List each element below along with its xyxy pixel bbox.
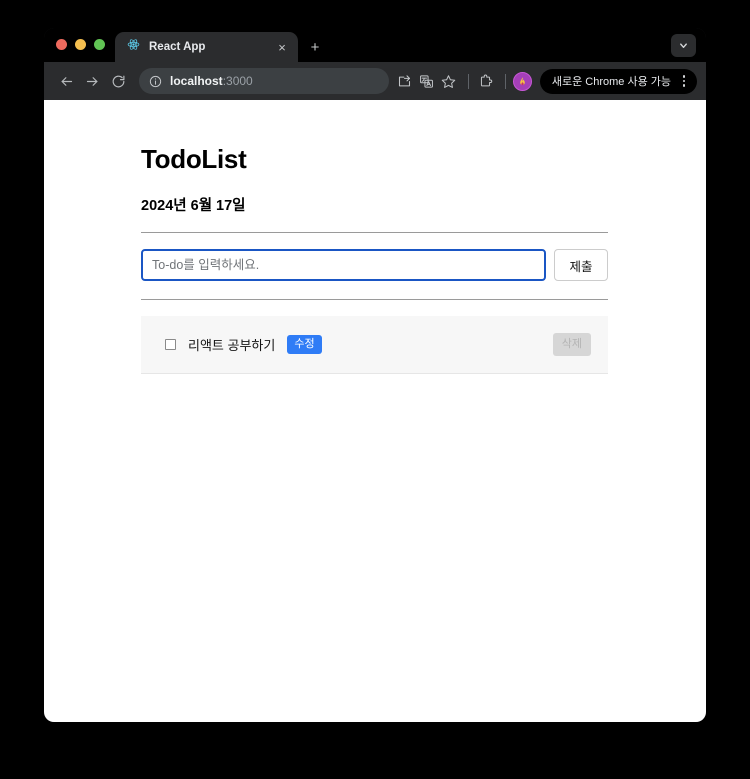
tab-title: React App: [149, 41, 206, 53]
address-bar[interactable]: localhost:3000: [139, 68, 389, 94]
toolbar-divider: [467, 73, 469, 89]
chrome-update-label: 새로운 Chrome 사용 가능: [551, 76, 671, 88]
header-divider: [141, 232, 608, 233]
delete-todo-button[interactable]: 삭제: [552, 332, 591, 357]
edit-todo-button[interactable]: 수정: [287, 334, 322, 355]
url-host: localhost: [170, 74, 223, 88]
window-controls: [56, 39, 105, 50]
page-viewport: TodoList 2024년 6월 17일 제출 리액트 공부하기 수정 삭제: [44, 100, 706, 722]
submit-button[interactable]: 제출: [554, 249, 608, 281]
tab-strip: React App × +: [44, 28, 706, 62]
todo-list: 리액트 공부하기 수정 삭제: [141, 316, 608, 374]
profile-avatar-flame[interactable]: [512, 71, 532, 91]
browser-window: React App × + localhost:3000 새로운 Chrome …: [44, 28, 706, 722]
browser-toolbar: localhost:3000 새로운 Chrome 사용 가능: [44, 62, 706, 100]
arrow-left-icon[interactable]: [53, 68, 79, 94]
translate-icon[interactable]: [415, 69, 439, 93]
puzzle-piece-icon[interactable]: [474, 69, 498, 93]
close-tab-button[interactable]: ×: [274, 39, 290, 55]
maximize-window-button[interactable]: [94, 39, 105, 50]
form-divider: [141, 299, 608, 300]
todo-input[interactable]: [141, 249, 546, 281]
star-icon[interactable]: [437, 69, 461, 93]
todo-checkbox[interactable]: [165, 339, 176, 350]
toolbar-divider-2: [504, 73, 506, 89]
page-title: TodoList: [141, 144, 247, 174]
react-atom-icon: [127, 38, 140, 56]
minimize-window-button[interactable]: [75, 39, 86, 50]
table-row: 리액트 공부하기 수정 삭제: [141, 316, 608, 374]
current-date-label: 2024년 6월 17일: [141, 198, 246, 214]
chrome-update-button[interactable]: 새로운 Chrome 사용 가능: [539, 68, 697, 94]
todo-app: TodoList 2024년 6월 17일 제출 리액트 공부하기 수정 삭제: [44, 100, 706, 374]
close-window-button[interactable]: [56, 39, 67, 50]
three-dot-menu-icon[interactable]: [677, 75, 691, 87]
address-bar-url: localhost:3000: [170, 74, 253, 88]
browser-tab-react-app[interactable]: React App ×: [115, 32, 298, 62]
add-todo-form: 제출: [141, 249, 608, 281]
todo-text: 리액트 공부하기: [188, 338, 276, 353]
install-app-icon[interactable]: [393, 69, 417, 93]
url-port: :3000: [222, 74, 253, 88]
new-tab-button[interactable]: +: [306, 38, 324, 56]
info-circle-icon[interactable]: [149, 75, 162, 88]
reload-icon[interactable]: [105, 68, 131, 94]
arrow-right-icon[interactable]: [79, 68, 105, 94]
chevron-down-icon[interactable]: [671, 34, 696, 57]
